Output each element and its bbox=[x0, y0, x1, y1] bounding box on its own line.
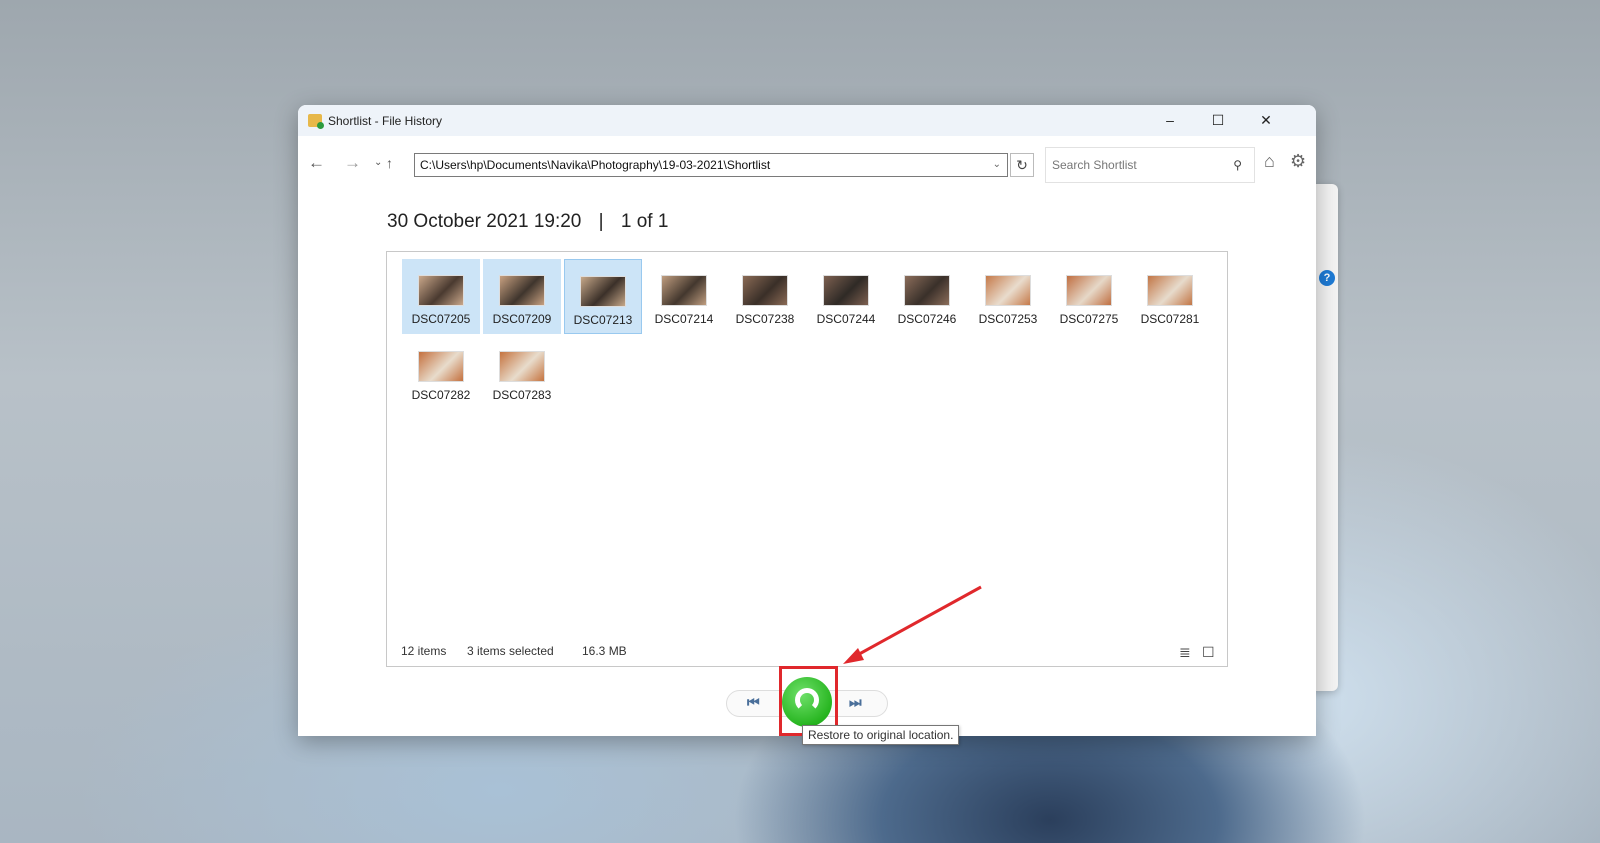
file-history-window: Shortlist - File History – ☐ ✕ ← → ⌄ ↑ C… bbox=[298, 105, 1316, 745]
file-thumbnail bbox=[499, 275, 545, 306]
up-button[interactable]: ↑ bbox=[386, 155, 393, 171]
file-item[interactable]: DSC07244 bbox=[807, 259, 885, 334]
selected-size: 16.3 MB bbox=[582, 644, 627, 658]
file-thumbnail bbox=[1147, 275, 1193, 306]
file-list: DSC07205 DSC07209 DSC07213 DSC07214 DSC07238… bbox=[386, 251, 1228, 667]
search-icon[interactable]: ⚲ bbox=[1233, 148, 1242, 182]
file-thumbnail bbox=[742, 275, 788, 306]
file-item[interactable]: DSC07253 bbox=[969, 259, 1047, 334]
file-item[interactable]: DSC07213 bbox=[564, 259, 642, 334]
file-name: DSC07282 bbox=[411, 388, 471, 402]
file-name: DSC07244 bbox=[816, 312, 876, 326]
file-item[interactable]: DSC07209 bbox=[483, 259, 561, 334]
thumbnail-view-button[interactable]: ☐ bbox=[1202, 644, 1215, 661]
recent-locations-button[interactable]: ⌄ bbox=[374, 157, 382, 168]
file-item[interactable]: DSC07283 bbox=[483, 335, 561, 410]
file-name: DSC07213 bbox=[573, 313, 633, 327]
search-placeholder: Search Shortlist bbox=[1052, 158, 1137, 172]
file-name: DSC07246 bbox=[897, 312, 957, 326]
backup-date-header: 30 October 2021 19:20 | 1 of 1 bbox=[387, 211, 668, 233]
file-name: DSC07283 bbox=[492, 388, 552, 402]
file-item[interactable]: DSC07214 bbox=[645, 259, 723, 334]
file-name: DSC07205 bbox=[411, 312, 471, 326]
file-thumbnail bbox=[418, 275, 464, 306]
file-item[interactable]: DSC07282 bbox=[402, 335, 480, 410]
next-version-button[interactable]: ⏭ bbox=[849, 694, 862, 711]
file-name: DSC07238 bbox=[735, 312, 795, 326]
details-view-button[interactable]: ≣ bbox=[1179, 644, 1191, 661]
status-bar: 12 items 3 items selected 16.3 MB ≣ ☐ bbox=[387, 642, 1227, 662]
file-name: DSC07214 bbox=[654, 312, 714, 326]
file-item[interactable]: DSC07275 bbox=[1050, 259, 1128, 334]
backup-date: 30 October 2021 19:20 bbox=[387, 211, 582, 232]
home-icon[interactable]: ⌂ bbox=[1264, 151, 1275, 172]
selected-count: 3 items selected bbox=[467, 644, 554, 658]
previous-version-button[interactable]: ⏮ bbox=[747, 694, 760, 711]
minimize-button[interactable]: – bbox=[1146, 105, 1194, 136]
close-button[interactable]: ✕ bbox=[1242, 105, 1290, 136]
help-icon[interactable]: ? bbox=[1319, 270, 1335, 286]
file-name: DSC07275 bbox=[1059, 312, 1119, 326]
forward-button[interactable]: → bbox=[344, 153, 361, 173]
back-button[interactable]: ← bbox=[308, 153, 325, 173]
separator: | bbox=[598, 211, 604, 232]
refresh-button[interactable]: ↻ bbox=[1010, 153, 1034, 177]
file-thumbnail bbox=[580, 276, 626, 307]
file-name: DSC07209 bbox=[492, 312, 552, 326]
file-item[interactable]: DSC07238 bbox=[726, 259, 804, 334]
file-thumbnail bbox=[499, 351, 545, 382]
restore-tooltip: Restore to original location. bbox=[802, 725, 960, 745]
file-thumbnail bbox=[661, 275, 707, 306]
address-bar[interactable]: C:\Users\hp\Documents\Navika\Photography… bbox=[414, 153, 1008, 177]
file-thumbnail bbox=[418, 351, 464, 382]
file-thumbnail bbox=[823, 275, 869, 306]
window-title: Shortlist - File History bbox=[328, 113, 443, 128]
address-dropdown-icon[interactable]: ⌄ bbox=[993, 154, 1001, 176]
address-path: C:\Users\hp\Documents\Navika\Photography… bbox=[420, 158, 771, 172]
file-thumbnail bbox=[904, 275, 950, 306]
backup-page: 1 of 1 bbox=[620, 211, 669, 232]
item-count: 12 items bbox=[401, 644, 447, 658]
file-item[interactable]: DSC07246 bbox=[888, 259, 966, 334]
maximize-button[interactable]: ☐ bbox=[1194, 105, 1242, 136]
gear-icon[interactable]: ⚙ bbox=[1290, 151, 1306, 172]
toolbar: ← → ⌄ ↑ C:\Users\hp\Documents\Navika\Pho… bbox=[298, 147, 1316, 187]
file-history-icon bbox=[308, 114, 324, 129]
file-item[interactable]: DSC07281 bbox=[1131, 259, 1209, 334]
file-item[interactable]: DSC07205 bbox=[402, 259, 480, 334]
file-thumbnail bbox=[985, 275, 1031, 306]
file-thumbnail bbox=[1066, 275, 1112, 306]
file-name: DSC07281 bbox=[1140, 312, 1200, 326]
file-name: DSC07253 bbox=[978, 312, 1038, 326]
search-input[interactable]: Search Shortlist ⚲ bbox=[1045, 147, 1255, 183]
